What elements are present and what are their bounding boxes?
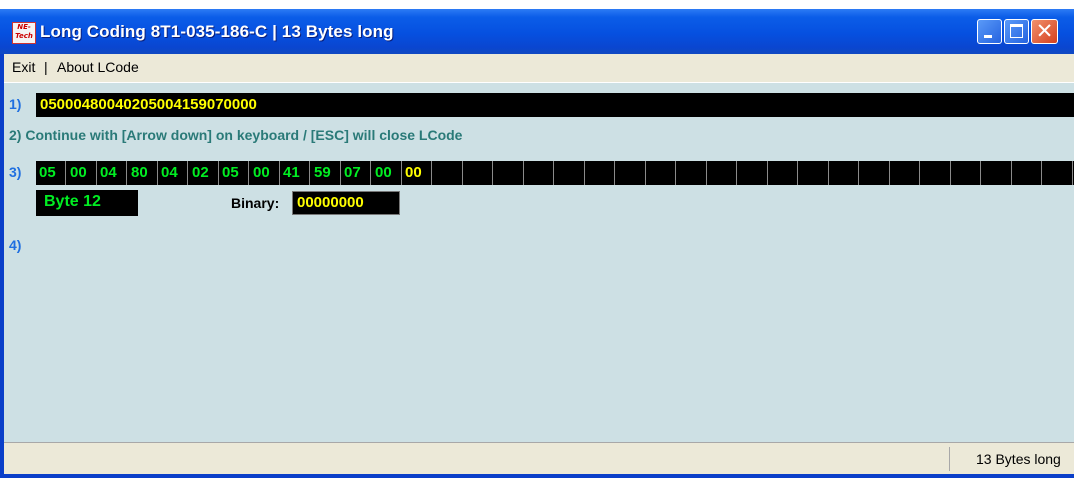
- status-pane: 13 Bytes long: [949, 447, 1072, 471]
- binary-label: Binary:: [231, 195, 280, 211]
- byte-cell-empty[interactable]: [616, 161, 646, 185]
- byte-cell[interactable]: 80: [128, 161, 158, 185]
- byte-cell-empty[interactable]: [768, 161, 798, 185]
- byte-cell-empty[interactable]: [890, 161, 920, 185]
- status-text: 13 Bytes long: [976, 451, 1061, 467]
- row-3-label: 3): [9, 164, 22, 180]
- byte-cell-empty[interactable]: [799, 161, 829, 185]
- title-bar[interactable]: NE-Tech Long Coding 8T1-035-186-C | 13 B…: [0, 9, 1074, 54]
- byte-cell[interactable]: 05: [36, 161, 66, 185]
- window-title: Long Coding 8T1-035-186-C | 13 Bytes lon…: [40, 22, 394, 41]
- app-logo-icon[interactable]: NE-Tech: [12, 22, 36, 44]
- byte-cell[interactable]: 41: [280, 161, 310, 185]
- row-4-label: 4): [9, 237, 22, 253]
- byte-cell[interactable]: 59: [311, 161, 341, 185]
- byte-cell[interactable]: 02: [189, 161, 219, 185]
- menu-separator: |: [44, 59, 48, 75]
- byte-cells-row: 05 00 04 80 04 02 05 00 41 59 07 00 00: [36, 161, 1074, 185]
- client-area: 1) 05000480040205004159070000 2) Continu…: [4, 83, 1074, 442]
- byte-cell[interactable]: 05: [219, 161, 249, 185]
- byte-cell-empty[interactable]: [951, 161, 981, 185]
- menu-exit[interactable]: Exit: [12, 59, 35, 75]
- byte-cell-empty[interactable]: [921, 161, 951, 185]
- byte-cell-empty[interactable]: [1012, 161, 1042, 185]
- byte-cell-empty[interactable]: [585, 161, 615, 185]
- byte-cell-empty[interactable]: [433, 161, 463, 185]
- selected-byte-label: Byte 12: [36, 190, 138, 216]
- byte-cell-empty[interactable]: [494, 161, 524, 185]
- menu-bar: Exit | About LCode: [4, 54, 1074, 83]
- close-icon: ✕: [1035, 19, 1054, 43]
- byte-cell[interactable]: 04: [158, 161, 188, 185]
- byte-cell-empty[interactable]: [829, 161, 859, 185]
- minimize-icon: [984, 35, 992, 38]
- maximize-button[interactable]: [1004, 19, 1029, 44]
- byte-cell[interactable]: 00: [67, 161, 97, 185]
- byte-cell-empty[interactable]: [1043, 161, 1073, 185]
- byte-cell-empty[interactable]: [677, 161, 707, 185]
- byte-cell-empty[interactable]: [646, 161, 676, 185]
- byte-cell-empty[interactable]: [860, 161, 890, 185]
- byte-cell-empty[interactable]: [463, 161, 493, 185]
- byte-cell[interactable]: 00: [402, 161, 432, 185]
- byte-cell-empty[interactable]: [555, 161, 585, 185]
- row-1-label: 1): [9, 96, 22, 112]
- maximize-icon: [1010, 24, 1023, 38]
- byte-cell-empty[interactable]: [707, 161, 737, 185]
- minimize-button[interactable]: [977, 19, 1002, 44]
- status-bar: 13 Bytes long: [4, 442, 1074, 474]
- byte-cell[interactable]: 00: [250, 161, 280, 185]
- lcode-window: NE-Tech Long Coding 8T1-035-186-C | 13 B…: [0, 9, 1074, 478]
- binary-value-field[interactable]: 00000000: [292, 191, 400, 215]
- close-button[interactable]: ✕: [1031, 19, 1058, 44]
- byte-cell[interactable]: 00: [372, 161, 402, 185]
- byte-cell-empty[interactable]: [524, 161, 554, 185]
- byte-cell-empty[interactable]: [982, 161, 1012, 185]
- instruction-text: 2) Continue with [Arrow down] on keyboar…: [9, 127, 463, 143]
- coding-hex-value: 05000480040205004159070000: [40, 96, 257, 113]
- byte-cell[interactable]: 04: [97, 161, 127, 185]
- byte-cell-empty[interactable]: [738, 161, 768, 185]
- coding-hex-field[interactable]: 05000480040205004159070000: [36, 93, 1074, 117]
- byte-cell[interactable]: 07: [341, 161, 371, 185]
- menu-about-lcode[interactable]: About LCode: [57, 59, 139, 75]
